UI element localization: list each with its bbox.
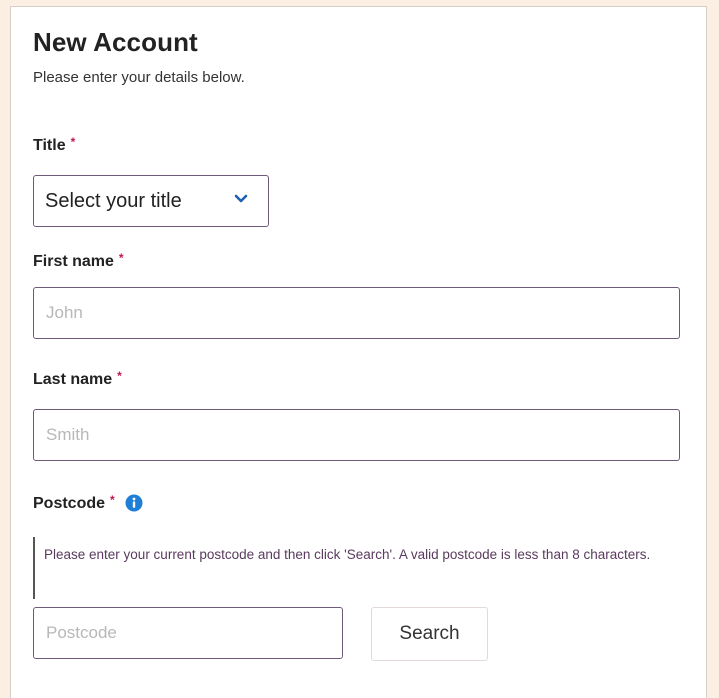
postcode-input[interactable] [33, 607, 343, 659]
last-name-label-text: Last name [33, 371, 113, 388]
page-title: New Account [33, 27, 198, 57]
first-name-label-text: First name [33, 253, 114, 270]
title-label: Title * [33, 135, 76, 155]
required-marker: * [70, 135, 76, 149]
postcode-hint: Please enter your current postcode and t… [33, 537, 693, 599]
first-name-input[interactable] [33, 287, 680, 339]
account-form-panel: New Account Please enter your details be… [10, 6, 707, 698]
required-marker: * [117, 369, 122, 383]
last-name-label: Last name * [33, 369, 122, 389]
title-select-value: Select your title [45, 189, 182, 212]
page-subtitle: Please enter your details below. [33, 69, 245, 86]
info-icon[interactable] [125, 494, 143, 512]
title-select[interactable]: Select your title [33, 175, 269, 227]
postcode-label-text: Postcode [33, 495, 106, 512]
required-marker: * [110, 493, 115, 507]
chevron-down-icon [234, 194, 248, 203]
search-button[interactable]: Search [371, 607, 488, 661]
required-marker: * [118, 251, 124, 265]
postcode-label: Postcode * [33, 493, 143, 513]
first-name-label: First name * [33, 251, 124, 271]
last-name-input[interactable] [33, 409, 680, 461]
title-label-text: Title [33, 137, 66, 154]
